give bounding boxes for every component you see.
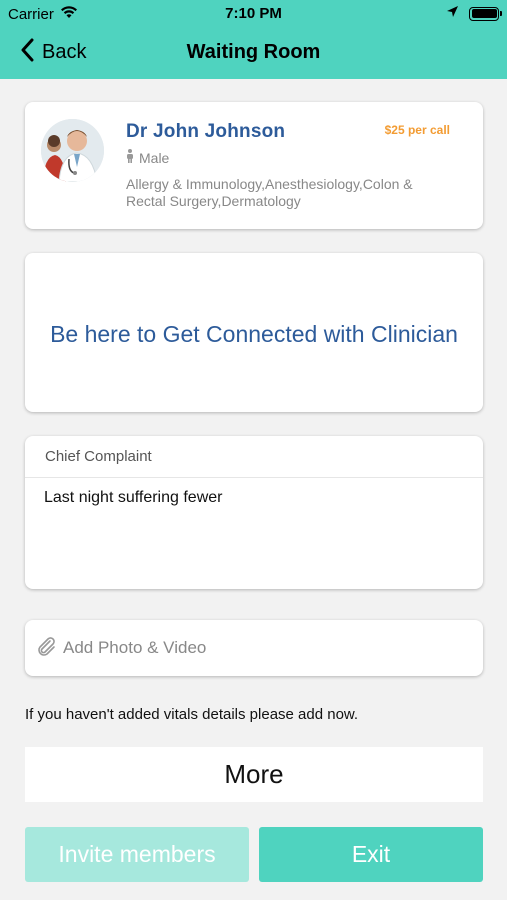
- connect-message: Be here to Get Connected with Clinician: [50, 321, 458, 347]
- more-button[interactable]: More: [25, 747, 483, 802]
- paperclip-icon: [35, 635, 57, 662]
- divider: [25, 477, 483, 478]
- status-bar: Carrier 7:10 PM: [0, 0, 507, 28]
- chief-complaint-text[interactable]: Last night suffering fewer: [44, 489, 222, 507]
- battery-icon: [469, 6, 502, 21]
- gender-label: Male: [139, 149, 170, 166]
- connect-card: Be here to Get Connected with Clinician: [25, 253, 483, 412]
- add-photo-video-label: Add Photo & Video: [63, 638, 207, 657]
- chief-complaint-card[interactable]: Chief Complaint Last night suffering few…: [25, 436, 483, 589]
- chief-complaint-label: Chief Complaint: [45, 448, 152, 465]
- status-right: [446, 5, 502, 22]
- doctor-card: Dr John Johnson $25 per call Male Allerg…: [25, 102, 483, 229]
- add-photo-video-button[interactable]: Add Photo & Video: [25, 620, 483, 676]
- page-title: Waiting Room: [186, 41, 321, 63]
- person-icon: [126, 149, 134, 166]
- nav-bar: Back Waiting Room: [0, 28, 507, 79]
- vitals-note: If you haven't added vitals details plea…: [25, 706, 359, 723]
- specialty-text: Allergy & Immunology,Anesthesiology,Colo…: [126, 176, 413, 209]
- doctor-avatar: [41, 119, 104, 182]
- location-arrow-icon: [446, 5, 459, 22]
- doctor-name: Dr John Johnson: [126, 121, 286, 142]
- clock: 7:10 PM: [225, 5, 282, 22]
- gender-row: Male: [126, 149, 169, 166]
- exit-button[interactable]: Exit: [259, 827, 483, 882]
- price-label: $25 per call: [384, 123, 450, 137]
- invite-members-button[interactable]: Invite members: [25, 827, 249, 882]
